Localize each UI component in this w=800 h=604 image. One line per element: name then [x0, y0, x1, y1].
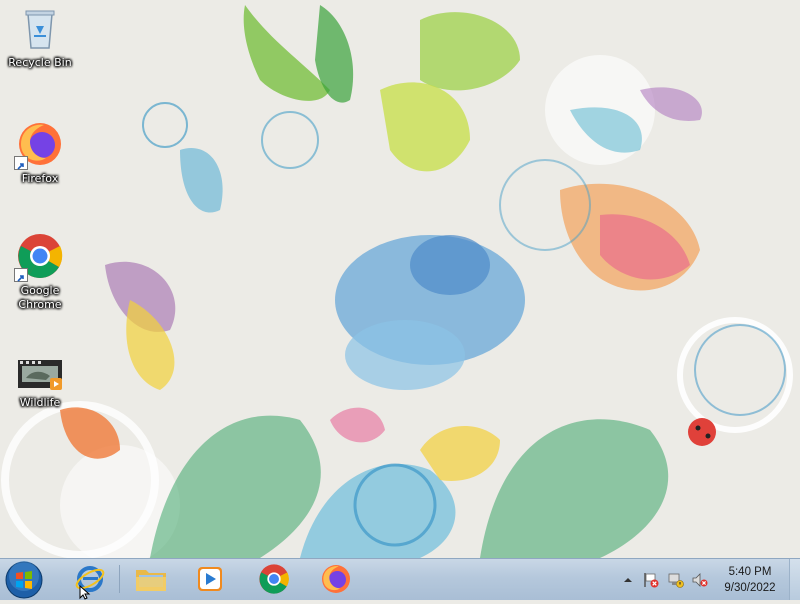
taskbar-firefox[interactable]: [310, 560, 362, 598]
start-button[interactable]: [4, 560, 44, 600]
taskbar-windows-explorer[interactable]: [125, 560, 177, 598]
clock[interactable]: 5:40 PM 9/30/2022: [712, 564, 788, 596]
taskbar-windows-media-player[interactable]: [184, 560, 236, 598]
action-center-flag-icon[interactable]: [643, 572, 659, 588]
folder-icon: [136, 570, 166, 591]
clock-date: 9/30/2022: [724, 582, 776, 594]
network-icon[interactable]: [668, 572, 684, 588]
recycle-bin-icon: [16, 4, 64, 52]
taskbar: 5:40 PM 9/30/2022: [0, 558, 800, 600]
show-hidden-icons-arrow[interactable]: [620, 572, 636, 588]
desktop-icon-label: Firefox: [21, 172, 59, 185]
media-player-icon: [198, 567, 222, 591]
desktop-icon-google-chrome[interactable]: Google Chrome: [2, 232, 78, 312]
desktop-icon-wildlife[interactable]: Wildlife: [2, 358, 78, 410]
volume-muted-icon[interactable]: [692, 572, 708, 588]
desktop-icon-recycle-bin[interactable]: Recycle Bin: [2, 4, 78, 70]
shortcut-arrow-icon: [14, 268, 28, 282]
windows-logo-icon: [5, 561, 43, 599]
wallpaper-image: [0, 0, 800, 558]
taskbar-google-chrome[interactable]: [248, 560, 300, 598]
mouse-cursor-icon: [79, 585, 91, 600]
desktop-icon-firefox[interactable]: Firefox: [2, 120, 78, 186]
firefox-icon: [322, 565, 350, 593]
desktop-icon-label: Recycle Bin: [8, 56, 72, 69]
desktop-icon-label: Google Chrome: [18, 284, 62, 311]
video-file-icon: [16, 358, 64, 392]
shortcut-arrow-icon: [14, 156, 28, 170]
desktop-icon-label: Wildlife: [19, 396, 61, 409]
chrome-icon: [14, 232, 64, 282]
chrome-icon: [259, 564, 289, 594]
taskbar-separator: [119, 565, 120, 593]
show-desktop-button[interactable]: [789, 559, 800, 600]
clock-time: 5:40 PM: [728, 566, 772, 578]
firefox-icon: [14, 120, 64, 170]
desktop[interactable]: Recycle Bin Firefox Google Chrome Wildli…: [0, 0, 800, 558]
